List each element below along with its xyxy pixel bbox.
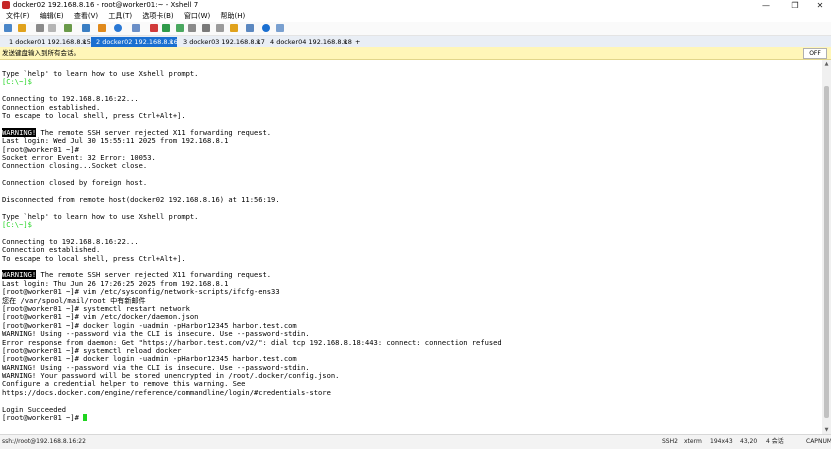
tab-close-icon[interactable]: × (82, 37, 87, 47)
status-cursor-position: 43,20 (740, 438, 758, 445)
terminal-scrollbar[interactable]: ▲ ▼ (822, 60, 831, 434)
terminal-text: Connection closing...Socket close. (2, 161, 148, 171)
tab-label: 3 docker03 192.168.8.17 (183, 38, 265, 46)
disconnect-icon[interactable] (48, 24, 56, 32)
status-size: 194x43 (710, 438, 733, 445)
terminal-line: Type `help' to learn how to use Xshell p… (2, 212, 502, 221)
lock-icon[interactable] (188, 24, 196, 32)
terminal-line: To escape to local shell, press Ctrl+Alt… (2, 253, 502, 263)
status-caps: CAP (806, 438, 818, 445)
open-folder-icon[interactable] (18, 24, 26, 32)
new-session-icon[interactable] (4, 24, 12, 32)
menu-help[interactable]: 帮助(H) (220, 11, 245, 22)
terminal-line: [C:\~]$ (2, 220, 502, 230)
status-bar: ssh://root@192.168.8.16:22 SSH2 xterm 19… (0, 434, 831, 449)
menu-window[interactable]: 窗口(W) (184, 11, 210, 22)
send-to-all-toggle[interactable]: OFF (803, 48, 827, 59)
terminal-line: Connection closed by foreign host. (2, 178, 502, 188)
maximize-icon[interactable]: ❐ (784, 0, 806, 11)
status-connection: ssh://root@192.168.8.16:22 (2, 438, 86, 445)
transfer-icon[interactable] (162, 24, 170, 32)
connect-icon[interactable] (36, 24, 44, 32)
scroll-down-icon[interactable]: ▼ (822, 426, 831, 434)
fullscreen-icon[interactable] (176, 24, 184, 32)
terminal-line: Disconnected from remote host(docker02 1… (2, 194, 502, 204)
xshell-app-icon (2, 1, 10, 9)
terminal-text: To escape to local shell, press Ctrl+Alt… (2, 110, 186, 120)
tab-close-icon[interactable]: × (343, 37, 348, 47)
xftp-icon[interactable] (150, 24, 158, 32)
status-protocol: SSH2 (662, 438, 678, 445)
terminal-text: To escape to local shell, press Ctrl+Alt… (2, 253, 186, 263)
compose-icon[interactable] (230, 24, 238, 32)
compose-bar-text: 发送键盘输入到所有会话。 (2, 49, 80, 57)
terminal-text: [root@worker01 ~]# (2, 413, 84, 423)
terminal-line: Type `help' to learn how to use Xshell p… (2, 69, 502, 78)
terminal-line: To escape to local shell, press Ctrl+Alt… (2, 110, 502, 120)
status-terminal-type: xterm (684, 438, 702, 445)
terminal-line: https://docs.docker.com/engine/reference… (2, 387, 502, 397)
menu-file[interactable]: 文件(F) (6, 11, 30, 22)
terminal-text: Connection closed by foreign host. (2, 178, 148, 188)
chat-icon[interactable] (276, 24, 284, 32)
terminal-output: Type `help' to learn how to use Xshell p… (2, 69, 502, 423)
menu-edit[interactable]: 编辑(E) (40, 11, 64, 22)
terminal-line: [C:\~]$ (2, 78, 502, 86)
close-icon[interactable]: ✕ (809, 0, 831, 11)
tab-docker02[interactable]: 2 docker02 192.168.8.16 × (91, 37, 178, 47)
menu-tools[interactable]: 工具(T) (108, 11, 132, 22)
terminal-cursor (83, 414, 88, 422)
status-sessions: 4 会话 (766, 438, 784, 445)
print-icon[interactable] (98, 24, 106, 32)
scrollbar-thumb[interactable] (824, 86, 829, 418)
status-num: NUM (818, 438, 831, 445)
terminal-text: [C:\~]$ (2, 220, 32, 230)
title-bar: docker02 192.168.8.16 - root@worker01:~ … (0, 0, 831, 11)
tab-label: 1 docker01 192.168.8.15 (9, 38, 91, 46)
reconnect-icon[interactable] (64, 24, 72, 32)
font-icon[interactable] (132, 24, 140, 32)
add-tab-button[interactable]: + (352, 37, 364, 47)
terminal-text: Disconnected from remote host(docker02 1… (2, 194, 280, 204)
tab-close-icon[interactable]: × (169, 37, 174, 47)
terminal-line: Connection closing...Socket close. (2, 162, 502, 170)
script-icon[interactable] (216, 24, 224, 32)
window-title: docker02 192.168.8.16 - root@worker01:~ … (13, 1, 199, 9)
keyboard-icon[interactable] (202, 24, 210, 32)
tab-docker01[interactable]: 1 docker01 192.168.8.15 × (4, 37, 91, 47)
minimize-icon[interactable]: — (755, 0, 777, 11)
terminal-area[interactable]: Type `help' to learn how to use Xshell p… (0, 60, 822, 434)
globe-icon[interactable] (114, 24, 122, 32)
toolbar (0, 22, 831, 36)
tab-label: 2 docker02 192.168.8.16 (96, 38, 178, 46)
menu-bar: 文件(F) 编辑(E) 查看(V) 工具(T) 选项卡(B) 窗口(W) 帮助(… (0, 11, 831, 22)
terminal-line: [root@worker01 ~]# (2, 413, 502, 423)
tab-close-icon[interactable]: × (256, 37, 261, 47)
search-icon[interactable] (82, 24, 90, 32)
menu-tabs[interactable]: 选项卡(B) (142, 11, 173, 22)
help-icon[interactable] (262, 24, 270, 32)
tab-docker04[interactable]: 4 docker04 192.168.8.18 × (265, 37, 352, 47)
layout-icon[interactable] (246, 24, 254, 32)
tab-docker03[interactable]: 3 docker03 192.168.8.17 × (178, 37, 265, 47)
terminal-text: [C:\~]$ (2, 77, 32, 87)
menu-view[interactable]: 查看(V) (74, 11, 98, 22)
compose-bar: 发送键盘输入到所有会话。 OFF (0, 47, 831, 60)
scroll-up-icon[interactable]: ▲ (822, 60, 831, 68)
tab-label: 4 docker04 192.168.8.18 (270, 38, 352, 46)
terminal-text: https://docs.docker.com/engine/reference… (2, 387, 331, 397)
